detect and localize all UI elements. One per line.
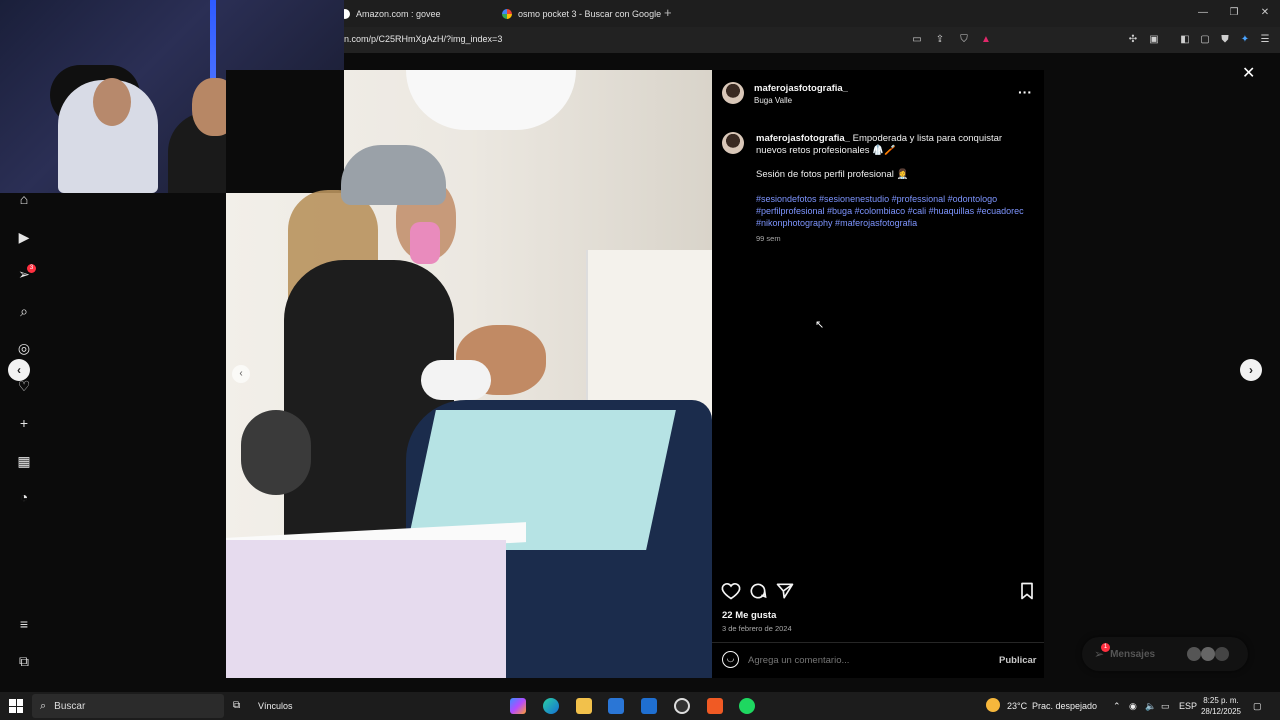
messages-icon: ➢ 1: [1094, 643, 1110, 661]
post-location[interactable]: Buga Valle: [754, 96, 792, 105]
save-bookmark-icon[interactable]: [1017, 581, 1037, 601]
share-post-icon[interactable]: [775, 581, 795, 601]
sidebar-toggle-icon[interactable]: ◧: [1178, 33, 1192, 47]
emoji-icon[interactable]: ◡: [722, 651, 739, 668]
cast-icon[interactable]: ▭: [910, 33, 924, 47]
windows-start-icon[interactable]: [9, 699, 23, 713]
obs-icon[interactable]: [674, 698, 690, 714]
avatar: [1187, 647, 1202, 661]
brave-icon[interactable]: [707, 698, 723, 714]
avatar[interactable]: [722, 82, 744, 104]
avatar: [1201, 647, 1216, 661]
taskbar-search[interactable]: ⌕ Buscar: [32, 694, 224, 718]
share-icon[interactable]: ⇪: [933, 33, 947, 47]
leo-ai-icon[interactable]: ✦: [1238, 33, 1252, 47]
message-avatars: [1187, 647, 1230, 661]
more-options-icon[interactable]: ···: [1018, 84, 1032, 100]
volume-icon[interactable]: 🔈: [1145, 701, 1156, 712]
messages-label: Mensajes: [1110, 648, 1156, 660]
search-icon: ⌕: [40, 699, 47, 712]
comment-icon[interactable]: [748, 581, 768, 601]
hashtags-line1[interactable]: #sesiondefotos #sesionenestudio #profess…: [756, 193, 1036, 205]
language-indicator[interactable]: ESP: [1179, 701, 1197, 711]
next-post-button[interactable]: ›: [1240, 359, 1262, 381]
weather-desc[interactable]: Prac. despejado: [1032, 701, 1097, 711]
post-photo: [226, 70, 712, 678]
clock-time: 8:25 p. m.: [1203, 696, 1239, 705]
tray-app-icon[interactable]: ◉: [1129, 701, 1137, 712]
menu-icon[interactable]: ☰: [1258, 33, 1272, 47]
clock-date: 28/12/2025: [1200, 707, 1242, 716]
tab-amazon[interactable]: Amazon.com : govee: [340, 4, 441, 23]
weather-moon-icon[interactable]: [986, 698, 1000, 712]
previous-post-button[interactable]: ‹: [8, 359, 30, 381]
more-menu-icon[interactable]: ≡: [14, 614, 34, 634]
post-date: 3 de febrero de 2024: [722, 624, 792, 633]
caption-username[interactable]: maferojasfotografia_: [756, 133, 850, 144]
post-age: 99 sem: [756, 234, 781, 243]
mouse-cursor-icon: ↖: [815, 319, 825, 331]
tab-title: osmo pocket 3 - Buscar con Google: [518, 8, 662, 19]
shield-icon[interactable]: ⛉: [957, 33, 971, 47]
close-modal-icon[interactable]: ✕: [1242, 63, 1255, 83]
weather-temp[interactable]: 23°C: [1007, 701, 1027, 711]
close-window-icon[interactable]: ✕: [1256, 5, 1274, 21]
spotify-icon[interactable]: [739, 698, 755, 714]
comment-input[interactable]: [748, 652, 978, 668]
store-icon[interactable]: [608, 698, 624, 714]
network-icon[interactable]: ▭: [1161, 701, 1170, 712]
also-from-meta-icon[interactable]: ⧉: [14, 651, 34, 671]
search-icon[interactable]: ⌕: [14, 301, 34, 321]
tab-google-search[interactable]: osmo pocket 3 - Buscar con Google: [502, 4, 661, 23]
messages-badge: 1: [1101, 643, 1110, 652]
notification-badge: 3: [27, 264, 36, 273]
like-heart-icon[interactable]: [721, 581, 741, 601]
taskbar-search-label: Buscar: [54, 700, 86, 712]
create-icon[interactable]: +: [14, 413, 34, 433]
avatar: [1215, 647, 1230, 661]
clock[interactable]: 8:25 p. m. 28/12/2025: [1196, 695, 1246, 717]
google-favicon-icon: [502, 8, 512, 19]
caption-avatar[interactable]: [722, 132, 744, 154]
home-icon[interactable]: ⌂: [14, 189, 34, 209]
file-explorer-icon[interactable]: [576, 698, 592, 714]
tab-manager-icon[interactable]: ▣: [1147, 33, 1161, 47]
threads-icon[interactable]: ◔: [14, 487, 34, 507]
restore-icon[interactable]: ❐: [1225, 5, 1243, 21]
post-username[interactable]: maferojasfotografia_: [754, 83, 848, 94]
notifications-icon[interactable]: ▢: [1253, 701, 1262, 712]
vpn-icon[interactable]: ⛊: [1218, 33, 1232, 47]
explore-icon[interactable]: ◎: [14, 338, 34, 358]
extensions-icon[interactable]: ✣: [1126, 33, 1140, 47]
url-field[interactable]: n.com/p/C25RHmXgAzH/?img_index=3: [344, 34, 502, 44]
likes-count[interactable]: 22 Me gusta: [722, 610, 776, 621]
hashtags-line3[interactable]: #nikonphotography #maferojasfotografia: [756, 217, 1036, 229]
links-toolbar-label[interactable]: Vínculos: [258, 701, 293, 711]
mail-icon[interactable]: [641, 698, 657, 714]
wallet-icon[interactable]: ▢: [1198, 33, 1212, 47]
edge-icon[interactable]: [543, 698, 559, 714]
dashboard-icon[interactable]: ▦: [14, 451, 34, 471]
new-tab-button[interactable]: +: [664, 3, 672, 22]
task-view-icon[interactable]: ⧉: [233, 700, 240, 711]
divider: [712, 642, 1044, 643]
messages-pill[interactable]: ➢ 1 Mensajes: [1082, 637, 1248, 671]
minimize-icon[interactable]: —: [1194, 5, 1212, 21]
rewards-icon[interactable]: ▲: [979, 33, 993, 47]
reels-icon[interactable]: ▶: [14, 227, 34, 247]
copilot-icon[interactable]: [510, 698, 526, 714]
caption-line2: Sesión de fotos perfil profesional 👩‍⚕️: [756, 169, 909, 180]
publish-button[interactable]: Publicar: [999, 655, 1037, 666]
tab-title: Amazon.com : govee: [356, 8, 441, 19]
hashtags-line2[interactable]: #perfilprofesional #buga #colombiaco #ca…: [756, 205, 1036, 217]
caption: maferojasfotografia_ Empoderada y lista …: [756, 133, 1034, 157]
tray-overflow-icon[interactable]: ⌃: [1113, 701, 1121, 712]
carousel-prev-icon[interactable]: ‹: [232, 365, 250, 383]
